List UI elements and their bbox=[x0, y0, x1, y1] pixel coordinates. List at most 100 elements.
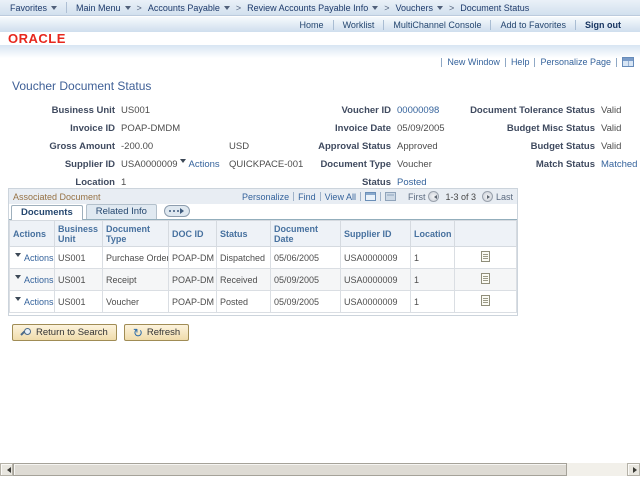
scrollbar-thumb[interactable] bbox=[13, 463, 567, 476]
status-link[interactable]: Posted bbox=[397, 177, 445, 188]
row-actions-link[interactable]: Actions bbox=[24, 275, 54, 285]
breadcrumb-separator: > bbox=[236, 3, 241, 13]
grid-tab-bar: Documents Related Info bbox=[9, 204, 517, 220]
chevron-down-icon bbox=[224, 6, 230, 13]
gross-amount-value: -200.00 bbox=[121, 141, 223, 152]
match-status-label: Match Status bbox=[445, 159, 595, 170]
scroll-right-button[interactable] bbox=[627, 463, 640, 476]
multichannel-console-link[interactable]: MultiChannel Console bbox=[384, 20, 490, 30]
horizontal-scrollbar[interactable] bbox=[0, 463, 640, 476]
location-value: 1 bbox=[121, 177, 223, 188]
refresh-icon: ↻ bbox=[133, 328, 143, 338]
actions-dropdown-icon[interactable] bbox=[15, 297, 21, 304]
view-all-link[interactable]: View All bbox=[325, 192, 356, 202]
pager-last-label[interactable]: Last bbox=[496, 192, 513, 202]
supplier-actions-link[interactable]: Actions bbox=[189, 159, 220, 170]
doc-id-link[interactable]: POAP-DM bbox=[169, 291, 217, 313]
column-header-view bbox=[455, 221, 517, 247]
approval-status-value: Approved bbox=[397, 141, 445, 152]
voucher-id-label: Voucher ID bbox=[283, 105, 391, 116]
personalize-page-link[interactable]: Personalize Page bbox=[535, 57, 616, 67]
actions-dropdown-icon[interactable] bbox=[180, 159, 186, 166]
cell-supplier-id: USA0000009 bbox=[341, 269, 411, 291]
pager-range: 1-3 of 3 bbox=[445, 192, 476, 202]
tab-documents[interactable]: Documents bbox=[11, 205, 83, 220]
download-icon[interactable] bbox=[385, 192, 396, 201]
utility-nav: Home Worklist MultiChannel Console Add t… bbox=[0, 17, 640, 32]
cell-supplier-id: USA0000009 bbox=[341, 291, 411, 313]
breadcrumb-label: Review Accounts Payable Info bbox=[247, 3, 368, 13]
actions-dropdown-icon[interactable] bbox=[15, 275, 21, 282]
refresh-button[interactable]: ↻ Refresh bbox=[124, 324, 189, 341]
breadcrumb-item-review-ap-info[interactable]: Review Accounts Payable Info bbox=[243, 2, 382, 13]
zoom-grid-icon[interactable] bbox=[365, 192, 376, 201]
associated-document-groupbox: Associated Document Personalize Find Vie… bbox=[8, 188, 518, 316]
personalize-link[interactable]: Personalize bbox=[242, 192, 289, 202]
breadcrumb-item-accounts-payable[interactable]: Accounts Payable bbox=[144, 2, 234, 13]
previous-page-icon[interactable] bbox=[428, 191, 439, 202]
page-title: Voucher Document Status bbox=[12, 79, 151, 93]
page-layout-icon[interactable] bbox=[622, 57, 634, 67]
view-document-icon[interactable] bbox=[481, 295, 490, 306]
show-all-columns-icon[interactable] bbox=[164, 205, 190, 217]
new-window-link[interactable]: New Window bbox=[442, 57, 505, 67]
chevron-down-icon bbox=[51, 6, 57, 13]
breadcrumb-separator: > bbox=[384, 3, 389, 13]
cell-status: Posted bbox=[217, 291, 271, 313]
view-document-icon[interactable] bbox=[481, 273, 490, 284]
match-status-link[interactable]: Matched bbox=[601, 159, 637, 170]
supplier-id-value: USA0000009 Actions bbox=[121, 159, 223, 170]
invoice-date-label: Invoice Date bbox=[283, 123, 391, 134]
budget-misc-status-label: Budget Misc Status bbox=[445, 123, 595, 134]
cell-location: 1 bbox=[411, 247, 455, 269]
row-actions-link[interactable]: Actions bbox=[24, 297, 54, 307]
breadcrumb-separator: > bbox=[449, 3, 454, 13]
column-header-actions: Actions bbox=[10, 221, 55, 247]
cell-location: 1 bbox=[411, 269, 455, 291]
invoice-date-value: 05/09/2005 bbox=[397, 123, 445, 134]
home-link[interactable]: Home bbox=[291, 20, 333, 30]
breadcrumb-item-vouchers[interactable]: Vouchers bbox=[391, 2, 447, 13]
cell-view bbox=[455, 247, 517, 269]
next-page-icon[interactable] bbox=[482, 191, 493, 202]
breadcrumb: Favorites Main Menu > Accounts Payable >… bbox=[0, 0, 640, 16]
action-buttons: Return to Search ↻ Refresh bbox=[12, 324, 189, 341]
divider bbox=[360, 192, 361, 201]
cell-status: Received bbox=[217, 269, 271, 291]
doc-id-link[interactable]: POAP-DM bbox=[169, 269, 217, 291]
doc-id-link[interactable]: POAP-DM bbox=[169, 247, 217, 269]
worklist-link[interactable]: Worklist bbox=[334, 20, 384, 30]
help-link[interactable]: Help bbox=[506, 57, 535, 67]
find-link[interactable]: Find bbox=[298, 192, 316, 202]
actions-dropdown-icon[interactable] bbox=[15, 253, 21, 260]
budget-status-value: Valid bbox=[601, 141, 637, 152]
application-window: Favorites Main Menu > Accounts Payable >… bbox=[0, 0, 640, 480]
budget-status-label: Budget Status bbox=[445, 141, 595, 152]
cell-view bbox=[455, 291, 517, 313]
row-actions-link[interactable]: Actions bbox=[24, 253, 54, 263]
add-to-favorites-link[interactable]: Add to Favorites bbox=[491, 20, 575, 30]
main-menu[interactable]: Main Menu bbox=[72, 2, 135, 13]
search-return-icon bbox=[21, 327, 32, 338]
favorites-menu[interactable]: Favorites bbox=[6, 2, 61, 13]
doc-tolerance-status-label: Document Tolerance Status bbox=[445, 105, 595, 116]
associated-documents-table: Actions Business Unit Document Type DOC … bbox=[9, 220, 517, 313]
return-to-search-button[interactable]: Return to Search bbox=[12, 324, 117, 341]
chevron-down-icon bbox=[437, 6, 443, 13]
voucher-summary-middle: Voucher ID 00000098 Invoice Date 05/09/2… bbox=[283, 101, 445, 191]
refresh-label: Refresh bbox=[147, 327, 180, 338]
scroll-left-button[interactable] bbox=[0, 463, 13, 476]
document-type-value: Voucher bbox=[397, 159, 445, 170]
cell-view bbox=[455, 269, 517, 291]
grid-pager: First 1-3 of 3 Last bbox=[408, 191, 513, 202]
grid-toolbar: Personalize Find View All First 1-3 of 3… bbox=[242, 191, 513, 202]
status-label: Status bbox=[283, 177, 391, 188]
view-document-icon[interactable] bbox=[481, 251, 490, 262]
breadcrumb-label: Document Status bbox=[460, 3, 529, 13]
sign-out-link[interactable]: Sign out bbox=[576, 20, 630, 30]
pager-first-label[interactable]: First bbox=[408, 192, 426, 202]
voucher-id-link[interactable]: 00000098 bbox=[397, 105, 445, 116]
supplier-id-text: USA0000009 bbox=[121, 159, 178, 170]
location-label: Location bbox=[22, 177, 115, 188]
tab-related-info[interactable]: Related Info bbox=[86, 204, 157, 219]
